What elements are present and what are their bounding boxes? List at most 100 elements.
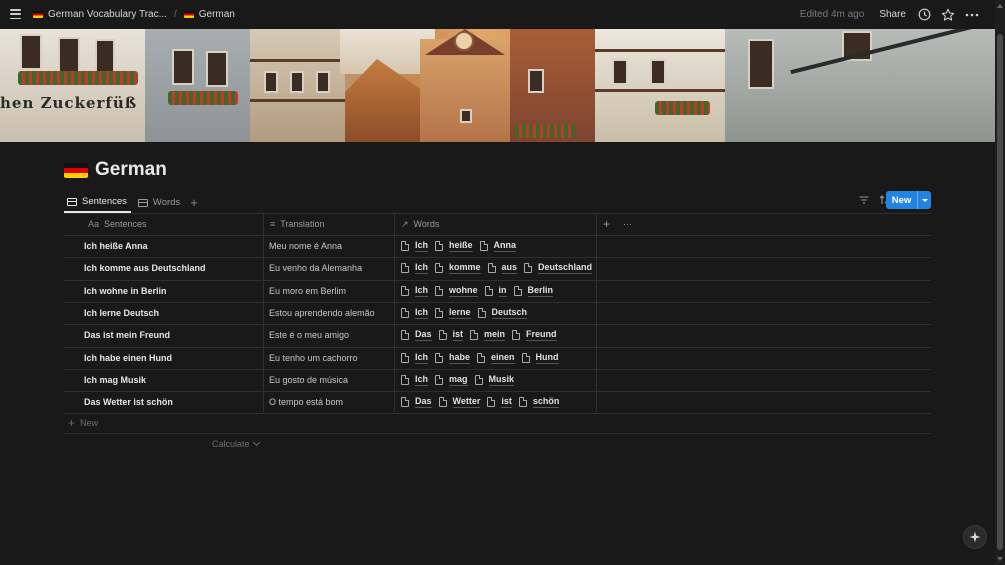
word-relation-link[interactable]: ist xyxy=(438,329,464,342)
word-relation-link[interactable]: Ich xyxy=(401,307,429,319)
tab-sentences[interactable]: Sentences xyxy=(64,192,131,213)
words-cell[interactable]: Ich komme aus Deutschland xyxy=(401,257,596,279)
word-relation-link[interactable]: Anna xyxy=(479,240,517,252)
german-flag-icon[interactable] xyxy=(64,162,88,178)
translation-cell[interactable]: Estou aprendendo alemão xyxy=(269,302,394,324)
translation-cell[interactable]: O tempo está bom xyxy=(269,391,394,413)
scroll-down-arrow-icon[interactable] xyxy=(997,557,1003,561)
word-relation-link[interactable]: wohne xyxy=(435,285,478,297)
translation-cell[interactable]: Eu moro em Berlim xyxy=(269,280,394,302)
chevron-down-icon[interactable] xyxy=(917,191,931,209)
word-relation-link[interactable]: lerne xyxy=(435,307,471,319)
ai-sparkle-button[interactable] xyxy=(963,525,987,549)
new-row-button[interactable]: + New xyxy=(68,413,98,433)
scroll-up-arrow-icon[interactable] xyxy=(997,4,1003,8)
word-relation-link[interactable]: aus xyxy=(487,262,518,275)
words-cell[interactable]: Ich mag Musik xyxy=(401,369,596,391)
words-cell[interactable]: Ich heiße Anna xyxy=(401,235,596,257)
translation-cell[interactable]: Eu venho da Alemanha xyxy=(269,257,394,279)
column-header-sentences[interactable]: Aa Sentences xyxy=(88,213,147,235)
scrollbar-thumb[interactable] xyxy=(997,34,1003,550)
breadcrumb-parent[interactable]: German Vocabulary Trac... xyxy=(33,9,167,20)
word-relation-link[interactable]: Musik xyxy=(474,373,515,386)
word-relation-link[interactable]: Ich xyxy=(401,374,429,386)
german-flag-icon xyxy=(33,11,43,18)
words-cell[interactable]: Ich wohne in Berlin xyxy=(401,280,596,302)
word-relation-link[interactable]: Ich xyxy=(401,240,429,252)
word-relation-link[interactable]: habe xyxy=(435,352,471,364)
word-relation-link[interactable]: Hund xyxy=(521,351,559,364)
add-view-button[interactable]: + xyxy=(190,195,198,210)
words-cell[interactable]: Das Wetter ist schön xyxy=(401,391,596,413)
sentence-cell[interactable]: Ich lerne Deutsch xyxy=(84,302,264,324)
sentence-cell[interactable]: Ich wohne in Berlin xyxy=(84,280,264,302)
word-label: Deutsch xyxy=(491,306,528,319)
word-relation-link[interactable]: Deutsch xyxy=(477,306,528,319)
word-relation-link[interactable]: Ich xyxy=(401,352,429,364)
table-row[interactable]: Ich heiße Anna Meu nome é Anna Ich heiße Ann… xyxy=(64,235,931,257)
share-button[interactable]: Share xyxy=(879,9,906,20)
table-row[interactable]: Ich mag Musik Eu gosto de música Ich mag Mus… xyxy=(64,369,931,391)
word-relation-link[interactable]: Ich xyxy=(401,285,429,297)
sentence-cell[interactable]: Ich komme aus Deutschland xyxy=(84,257,264,279)
translation-cell[interactable]: Meu nome é Anna xyxy=(269,235,394,257)
sentence-cell[interactable]: Das Wetter ist schön xyxy=(84,391,264,413)
sentence-cell[interactable]: Ich habe einen Hund xyxy=(84,347,264,369)
word-label: Berlin xyxy=(527,284,554,297)
word-relation-link[interactable]: ist xyxy=(487,396,512,409)
table-row[interactable]: Ich komme aus Deutschland Eu venho da Ale… xyxy=(64,257,931,279)
filter-icon[interactable] xyxy=(857,193,871,207)
word-relation-link[interactable]: in xyxy=(484,285,507,297)
new-button-label[interactable]: New xyxy=(886,195,917,206)
words-cell[interactable]: Das ist mein Freund xyxy=(401,324,596,346)
word-relation-link[interactable]: Ich xyxy=(401,262,429,275)
words-cell[interactable]: Ich lerne Deutsch xyxy=(401,302,596,324)
table-row[interactable]: Ich habe einen Hund Eu tenho um cachorro I… xyxy=(64,347,931,369)
translation-cell[interactable]: Este é o meu amigo xyxy=(269,324,394,346)
word-relation-link[interactable]: Berlin xyxy=(513,284,554,297)
word-label: Das xyxy=(415,329,432,342)
word-relation-link[interactable]: heiße xyxy=(435,240,473,252)
word-relation-link[interactable]: komme xyxy=(435,262,481,275)
page-icon xyxy=(435,263,444,274)
word-label: Ich xyxy=(415,240,429,252)
page-icon xyxy=(477,352,486,363)
sentence-cell[interactable]: Ich mag Musik xyxy=(84,369,264,391)
word-relation-link[interactable]: schön xyxy=(518,396,560,409)
table-row[interactable]: Ich wohne in Berlin Eu moro em Berlim Ich w… xyxy=(64,280,931,302)
tab-words[interactable]: Words xyxy=(135,192,184,213)
word-label: Das xyxy=(415,396,432,409)
word-label: Hund xyxy=(535,351,559,364)
word-relation-link[interactable]: Deutschland xyxy=(524,262,593,275)
star-icon[interactable] xyxy=(941,8,955,22)
translation-cell[interactable]: Eu tenho um cachorro xyxy=(269,347,394,369)
column-header-translation[interactable]: ≡ Translation xyxy=(270,213,324,235)
word-relation-link[interactable]: Das xyxy=(401,396,432,409)
history-clock-icon[interactable] xyxy=(917,8,931,22)
page-scrollbar[interactable] xyxy=(995,0,1005,565)
sparkle-icon xyxy=(969,531,981,543)
word-relation-link[interactable]: Das xyxy=(401,329,432,342)
word-relation-link[interactable]: mag xyxy=(435,374,468,386)
more-options-icon[interactable] xyxy=(965,8,979,22)
word-relation-link[interactable]: einen xyxy=(477,352,515,364)
sentence-cell[interactable]: Ich heiße Anna xyxy=(84,235,264,257)
column-header-words[interactable]: ↗ Words xyxy=(401,213,439,235)
page-title-text[interactable]: German xyxy=(95,159,167,181)
column-more-button[interactable]: ··· xyxy=(623,213,632,235)
word-relation-link[interactable]: Wetter xyxy=(438,396,481,409)
words-cell[interactable]: Ich habe einen Hund xyxy=(401,347,596,369)
table-row[interactable]: Das Wetter ist schön O tempo está bom Das W… xyxy=(64,391,931,413)
word-relation-link[interactable]: mein xyxy=(470,329,506,342)
calculate-dropdown[interactable]: Calculate xyxy=(212,438,260,449)
table-row[interactable]: Ich lerne Deutsch Estou aprendendo alemão… xyxy=(64,302,931,324)
word-label: Musik xyxy=(488,373,515,386)
menu-icon[interactable] xyxy=(10,9,21,19)
table-row[interactable]: Das ist mein Freund Este é o meu amigo Das… xyxy=(64,324,931,346)
new-button[interactable]: New xyxy=(886,191,931,209)
translation-cell[interactable]: Eu gosto de música xyxy=(269,369,394,391)
sentence-cell[interactable]: Das ist mein Freund xyxy=(84,324,264,346)
add-column-button[interactable]: + xyxy=(603,213,610,235)
breadcrumb-current[interactable]: German xyxy=(183,9,235,20)
word-relation-link[interactable]: Freund xyxy=(512,329,557,342)
